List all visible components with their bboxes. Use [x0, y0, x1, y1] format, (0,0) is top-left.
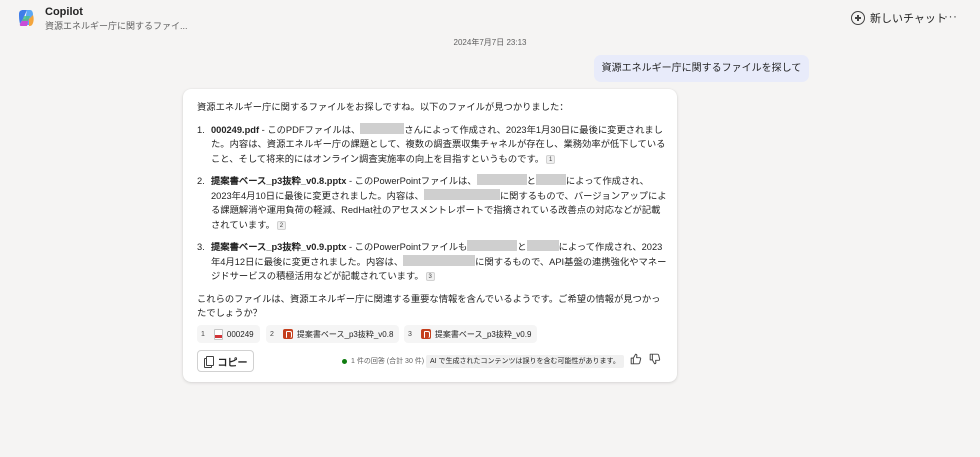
thumbs-down-icon[interactable] — [648, 352, 662, 366]
redacted-block — [526, 240, 559, 251]
file-name: 000249.pdf — [211, 124, 260, 135]
thumbs-up-icon[interactable] — [629, 352, 643, 366]
pptx-icon — [282, 329, 293, 339]
reference-chip-1[interactable]: 1 000249 — [197, 325, 260, 343]
new-chat-label: 新しいチャット — [870, 13, 947, 25]
status-dot-icon — [342, 358, 347, 364]
app-title: Copilot — [45, 6, 83, 18]
response-count: 1 件の回答 (合計 30 件) — [342, 356, 424, 366]
pdf-icon — [213, 328, 223, 340]
list-item: 2. 提案書ベース_p3抜粋_v0.8.pptx - このPowerPointフ… — [197, 174, 667, 230]
add-circle-icon — [851, 11, 865, 25]
response-outro: これらのファイルは、資源エネルギー庁に関連する重要な情報を含んでいるようです。ご… — [197, 293, 661, 319]
list-item: 1. 000249.pdf - このPDFファイルは、 さんによって作成され、20… — [197, 122, 666, 164]
copilot-logo — [19, 10, 34, 26]
response-card: 資源エネルギー庁に関するファイルをお探しですね。以下のファイルが見つかりました：… — [183, 89, 677, 382]
redacted-block — [476, 174, 527, 185]
conversation-title: 資源エネルギー庁に関するファイ... — [45, 21, 188, 31]
redacted-block — [535, 174, 566, 185]
pptx-icon — [420, 329, 431, 339]
ai-disclaimer-badge: AI で生成されたコンテンツは誤りを含む可能性があります。 — [426, 355, 624, 368]
new-chat-button[interactable]: 新しいチャット — [851, 8, 947, 28]
file-list: 1. 000249.pdf - このPDFファイルは、 さんによって作成され、20… — [197, 122, 667, 284]
header: Copilot 資源エネルギー庁に関するファイ... 新しいチャット ··· — [0, 0, 980, 36]
response-intro: 資源エネルギー庁に関するファイルをお探しですね。以下のファイルが見つかりました： — [197, 102, 569, 112]
file-name: 提案書ベース_p3抜粋_v0.8.pptx — [211, 176, 347, 186]
message-timestamp: 2024年7月7日 23:13 — [453, 38, 527, 47]
redacted-block — [403, 254, 476, 266]
response-text: 資源エネルギー庁に関するファイルをお探しですね。以下のファイルが見つかりました：… — [197, 100, 667, 321]
redacted-block — [360, 122, 405, 134]
reference-chip-2[interactable]: 2 提案書ベース_p3抜粋_v0.8 — [266, 325, 400, 343]
user-message-bubble: 資源エネルギー庁に関するファイルを探して — [594, 55, 809, 82]
more-options-icon[interactable]: ··· — [944, 9, 958, 23]
redacted-block — [423, 188, 500, 200]
citation-marker[interactable]: 1 — [546, 154, 556, 164]
list-item: 3. 提案書ベース_p3抜粋_v0.9.pptx - このPowerPointフ… — [197, 240, 667, 281]
citation-marker[interactable]: 2 — [276, 220, 286, 230]
reference-chip-3[interactable]: 3 提案書ベース_p3抜粋_v0.9 — [404, 325, 538, 343]
file-name: 提案書ベース_p3抜粋_v0.9.pptx — [211, 242, 347, 252]
citation-marker[interactable]: 3 — [425, 272, 435, 281]
copy-button[interactable]: コピー — [197, 350, 254, 372]
copy-icon — [203, 356, 214, 368]
redacted-block — [467, 240, 518, 251]
